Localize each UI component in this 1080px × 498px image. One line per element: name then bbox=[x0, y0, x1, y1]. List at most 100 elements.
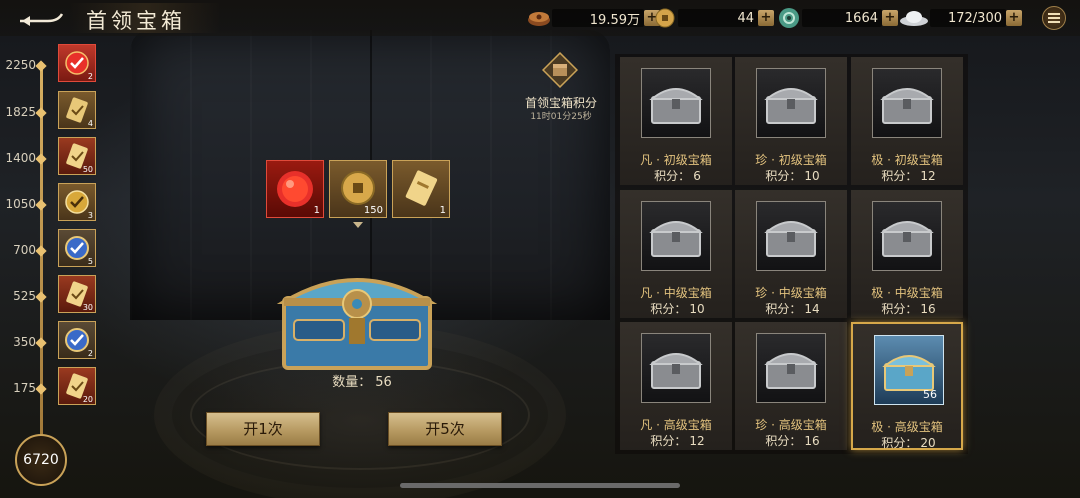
menu-button[interactable] bbox=[1042, 6, 1066, 30]
resource-copper: 44 + bbox=[652, 8, 774, 28]
chest-card-1[interactable]: 凡 · 初级宝箱 积分： 6 bbox=[620, 57, 732, 185]
reward-count: 3 bbox=[87, 211, 93, 220]
milestone-score: 175 bbox=[13, 381, 36, 395]
milestone-score: 1050 bbox=[5, 197, 36, 211]
chest-name: 极 · 中级宝箱 bbox=[871, 286, 943, 300]
chest-name: 珍 · 初级宝箱 bbox=[755, 153, 827, 167]
points-value: 16 bbox=[804, 434, 820, 448]
chest-thumbnail bbox=[641, 68, 711, 138]
milestone-reward-175[interactable]: 20 bbox=[58, 367, 96, 405]
milestone-score: 700 bbox=[13, 243, 36, 257]
score-chest-emblem[interactable] bbox=[541, 51, 579, 89]
chest-thumbnail bbox=[872, 201, 942, 271]
list-icon bbox=[1048, 13, 1060, 23]
points-value: 14 bbox=[804, 302, 820, 316]
chest-thumbnail bbox=[756, 68, 826, 138]
milestone-reward-1050[interactable]: 3 bbox=[58, 183, 96, 221]
points-label: 积分： bbox=[654, 169, 691, 183]
chest-name: 凡 · 初级宝箱 bbox=[640, 153, 712, 167]
milestone-reward-2250[interactable]: 2 bbox=[58, 44, 96, 82]
chest-name: 凡 · 高级宝箱 bbox=[640, 418, 712, 432]
points-label: 积分： bbox=[650, 302, 687, 316]
chest-name: 珍 · 高级宝箱 bbox=[755, 418, 827, 432]
chest-card-4[interactable]: 凡 · 中级宝箱 积分： 10 bbox=[620, 190, 732, 318]
chest-card-3[interactable]: 极 · 初级宝箱 积分： 12 bbox=[851, 57, 963, 185]
prize-count: 150 bbox=[363, 205, 383, 216]
points-value: 10 bbox=[689, 302, 705, 316]
milestone-reward-700[interactable]: 5 bbox=[58, 229, 96, 267]
add-jade-button[interactable]: + bbox=[882, 10, 898, 26]
chest-points: 积分： 12 bbox=[620, 432, 732, 449]
treasure-chest-icon bbox=[764, 221, 818, 257]
open-once-button[interactable]: 开1次 bbox=[206, 412, 320, 446]
open-five-button[interactable]: 开5次 bbox=[388, 412, 502, 446]
chest-card-5[interactable]: 珍 · 中级宝箱积分： 14 bbox=[735, 190, 847, 318]
page-title: 首领宝箱 bbox=[86, 9, 186, 33]
milestone-reward-350[interactable]: 2 bbox=[58, 321, 96, 359]
selected-chest-display[interactable] bbox=[276, 262, 438, 372]
treasure-chest-icon bbox=[764, 353, 818, 389]
add-silver-button[interactable]: + bbox=[1006, 10, 1022, 26]
chest-card-7[interactable]: 凡 · 高级宝箱 积分： 12 bbox=[620, 322, 732, 450]
treasure-chest-icon bbox=[276, 278, 438, 370]
points-label: 积分： bbox=[881, 302, 918, 316]
points-label: 积分： bbox=[650, 434, 687, 448]
jade-value: 1664 bbox=[802, 9, 882, 27]
countdown-timer: 11时01分25秒 bbox=[530, 112, 592, 122]
jade-disc-icon bbox=[776, 8, 802, 28]
points-label: 积分： bbox=[765, 302, 802, 316]
milestone-score: 525 bbox=[13, 289, 36, 303]
coin-stack-icon bbox=[526, 8, 552, 28]
chest-points: 积分： 10 bbox=[620, 300, 732, 317]
chest-thumbnail bbox=[756, 333, 826, 403]
milestone-reward-525[interactable]: 30 bbox=[58, 275, 96, 313]
copper-value: 44 bbox=[678, 9, 758, 27]
chest-name: 极 · 初级宝箱 bbox=[871, 153, 943, 167]
milestone-reward-1825[interactable]: 4 bbox=[58, 91, 96, 129]
points-value: 20 bbox=[920, 436, 936, 450]
chest-card-2[interactable]: 珍 · 初级宝箱 积分： 10 bbox=[735, 57, 847, 185]
chest-card-9[interactable]: 56 极 · 高级宝箱 积分： 20 bbox=[851, 322, 963, 450]
chest-name: 凡 · 中级宝箱 bbox=[640, 286, 712, 300]
chest-thumbnail bbox=[641, 201, 711, 271]
treasure-chest-icon bbox=[649, 353, 703, 389]
chest-points: 积分： 12 bbox=[851, 167, 963, 184]
reward-count: 30 bbox=[82, 303, 93, 312]
points-value: 12 bbox=[920, 169, 936, 183]
back-button[interactable] bbox=[18, 8, 66, 28]
prize-slot-3[interactable]: 1 bbox=[392, 160, 450, 218]
reward-count: 5 bbox=[87, 257, 93, 266]
chest-points: 积分： 10 bbox=[735, 167, 847, 184]
chest-points: 积分： 16 bbox=[735, 432, 847, 449]
milestone-score: 1400 bbox=[5, 151, 36, 165]
add-copper-button[interactable]: + bbox=[758, 10, 774, 26]
resource-jade: 1664 + bbox=[776, 8, 898, 28]
milestone-score: 350 bbox=[13, 335, 36, 349]
reward-count: 2 bbox=[87, 72, 93, 81]
quantity-label: 数量： bbox=[332, 375, 372, 390]
prize-slot-1[interactable]: 1 bbox=[266, 160, 324, 218]
treasure-chest-icon bbox=[649, 221, 703, 257]
reward-count: 2 bbox=[87, 349, 93, 358]
reward-count: 20 bbox=[82, 395, 93, 404]
milestone-score: 2250 bbox=[5, 58, 36, 72]
prize-slot-2[interactable]: 150 bbox=[329, 160, 387, 218]
coins-value: 19.59万 bbox=[552, 9, 644, 28]
points-label: 积分： bbox=[881, 169, 918, 183]
chest-card-8[interactable]: 珍 · 高级宝箱 积分： 16 bbox=[735, 322, 847, 450]
silver-ingot-icon bbox=[898, 8, 930, 28]
copper-coin-icon bbox=[652, 8, 678, 28]
treasure-chest-icon bbox=[649, 88, 703, 124]
points-label: 积分： bbox=[881, 436, 918, 450]
chest-points: 积分： 6 bbox=[620, 167, 732, 184]
milestone-score: 1825 bbox=[5, 105, 36, 119]
milestone-reward-1400[interactable]: 50 bbox=[58, 137, 96, 175]
treasure-chest-icon bbox=[880, 221, 934, 257]
chest-card-6[interactable]: 极 · 中级宝箱 积分： 16 bbox=[851, 190, 963, 318]
points-label: 积分： bbox=[765, 169, 802, 183]
top-bar: 首领宝箱 19.59万 + 44 + 1664 + 172/300 + bbox=[0, 0, 1080, 36]
points-value: 6 bbox=[693, 169, 701, 183]
chest-thumbnail bbox=[872, 68, 942, 138]
chest-name: 珍 · 中级宝箱 bbox=[755, 286, 827, 300]
chest-thumbnail bbox=[756, 201, 826, 271]
